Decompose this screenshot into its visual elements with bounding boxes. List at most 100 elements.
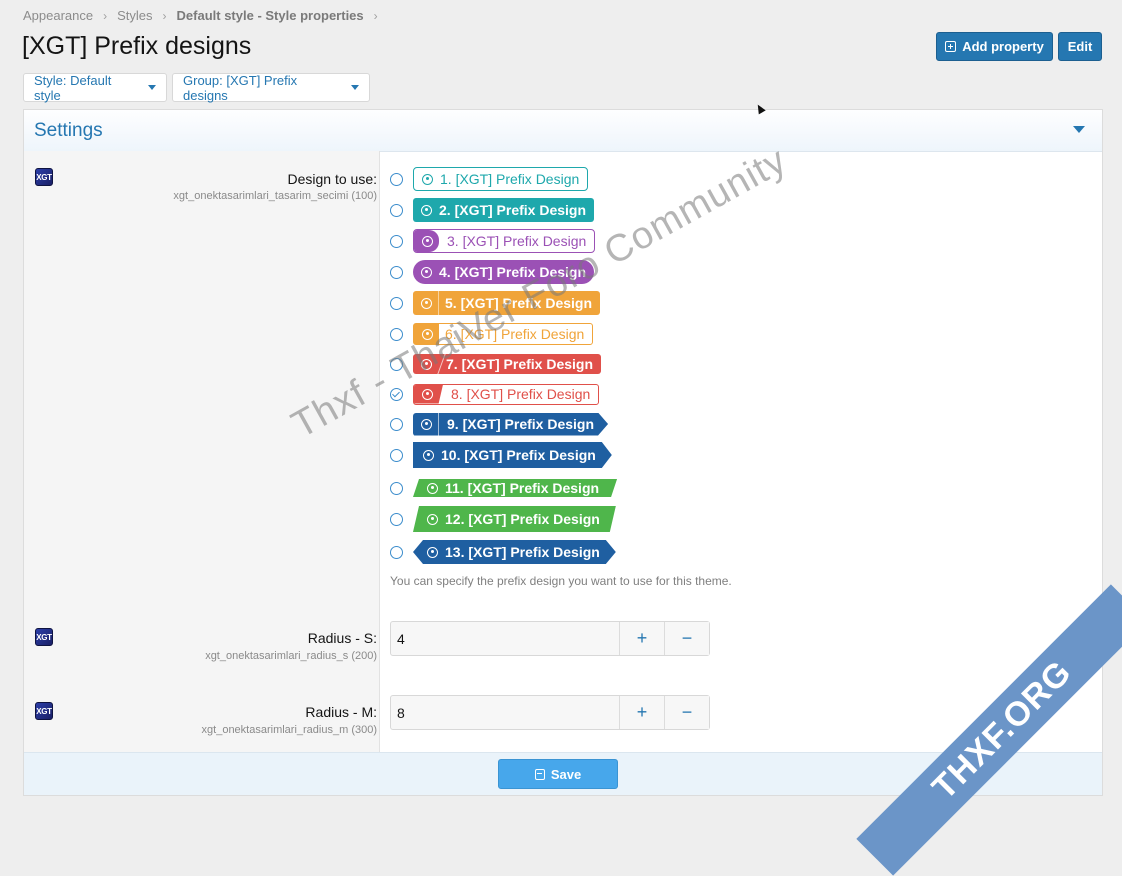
radius-s-label: Radius - S: bbox=[307, 630, 377, 646]
prefix-label: 8. [XGT] Prefix Design bbox=[451, 386, 591, 402]
prefix-label: 2. [XGT] Prefix Design bbox=[439, 202, 587, 218]
prefix-label: 1. [XGT] Prefix Design bbox=[440, 171, 580, 187]
settings-header[interactable]: Settings bbox=[24, 110, 1102, 152]
breadcrumb-separator: › bbox=[103, 8, 108, 23]
collapse-caret-icon[interactable] bbox=[1073, 126, 1085, 133]
design-field-label: Design to use: bbox=[287, 171, 378, 187]
prefix-icon-box bbox=[413, 354, 438, 374]
prefix-label: 3. [XGT] Prefix Design bbox=[447, 233, 587, 249]
target-icon bbox=[422, 388, 433, 400]
radio-button[interactable] bbox=[390, 327, 403, 341]
prefix-design-4: 4. [XGT] Prefix Design bbox=[413, 260, 595, 284]
prefix-icon-box bbox=[414, 230, 439, 252]
prefix-label: 9. [XGT] Prefix Design bbox=[447, 416, 595, 432]
radio-button[interactable] bbox=[390, 417, 403, 431]
prefix-label: 7. [XGT] Prefix Design bbox=[446, 356, 594, 372]
add-property-button[interactable]: Add property bbox=[936, 32, 1053, 61]
prefix-label: 6. [XGT] Prefix Design bbox=[445, 326, 585, 342]
radio-button[interactable] bbox=[390, 448, 403, 462]
prefix-design-2: 2. [XGT] Prefix Design bbox=[413, 198, 595, 222]
design-option-10[interactable]: 10. [XGT] Prefix Design bbox=[390, 443, 612, 467]
radio-button[interactable] bbox=[390, 545, 403, 559]
radio-button[interactable] bbox=[390, 481, 403, 495]
design-option-6[interactable]: 6. [XGT] Prefix Design bbox=[390, 322, 594, 346]
design-option-7[interactable]: 7. [XGT] Prefix Design bbox=[390, 352, 602, 376]
target-icon bbox=[427, 483, 438, 494]
target-icon bbox=[422, 235, 433, 247]
design-option-8[interactable]: 8. [XGT] Prefix Design bbox=[390, 382, 600, 406]
radius-s-decrement-button[interactable]: − bbox=[664, 622, 709, 655]
radio-button[interactable] bbox=[390, 512, 403, 526]
floppy-disk-icon bbox=[534, 768, 545, 780]
prefix-label: 4. [XGT] Prefix Design bbox=[439, 264, 587, 280]
radius-m-input[interactable] bbox=[391, 696, 619, 729]
prefix-label: 11. [XGT] Prefix Design bbox=[445, 480, 600, 496]
breadcrumb-style-properties[interactable]: Default style - Style properties bbox=[177, 8, 364, 23]
edit-button[interactable]: Edit bbox=[1058, 32, 1102, 61]
prefix-icon-box bbox=[414, 324, 439, 344]
plus-square-icon bbox=[945, 41, 957, 52]
radius-s-hint: xgt_onektasarimlari_radius_s (200) bbox=[205, 650, 377, 662]
radius-m-label: Radius - M: bbox=[305, 704, 377, 720]
radius-s-input[interactable] bbox=[391, 622, 619, 655]
radius-m-decrement-button[interactable]: − bbox=[664, 696, 709, 729]
radius-m-stepper: + − bbox=[390, 695, 710, 730]
target-icon bbox=[421, 419, 432, 430]
design-option-13[interactable]: 13. [XGT] Prefix Design bbox=[390, 540, 616, 564]
radio-button[interactable] bbox=[390, 296, 403, 310]
target-icon bbox=[427, 514, 438, 525]
group-filter-label: Group: [XGT] Prefix designs bbox=[183, 72, 298, 103]
style-filter-label: Style: Default style bbox=[34, 72, 112, 103]
add-property-label: Add property bbox=[962, 39, 1044, 54]
caret-down-icon bbox=[351, 85, 359, 90]
design-option-5[interactable]: 5. [XGT] Prefix Design bbox=[390, 291, 601, 315]
target-icon bbox=[421, 297, 432, 309]
prefix-design-3: 3. [XGT] Prefix Design bbox=[413, 229, 596, 253]
xgt-logo-icon: XGT bbox=[35, 168, 53, 186]
prefix-design-13: 13. [XGT] Prefix Design bbox=[413, 540, 616, 564]
radio-button[interactable] bbox=[390, 357, 403, 371]
radius-s-stepper: + − bbox=[390, 621, 710, 656]
prefix-label: 10. [XGT] Prefix Design bbox=[441, 447, 596, 463]
prefix-icon-box bbox=[414, 384, 443, 404]
group-filter-dropdown[interactable]: Group: [XGT] Prefix designs bbox=[172, 72, 370, 103]
design-option-1[interactable]: 1. [XGT] Prefix Design bbox=[390, 167, 589, 191]
design-field-explain: You can specify the prefix design you wa… bbox=[390, 574, 732, 588]
design-field-hint: xgt_onektasarimlari_tasarim_secimi (100) bbox=[173, 190, 377, 202]
radius-s-increment-button[interactable]: + bbox=[619, 622, 664, 655]
design-option-12[interactable]: 12. [XGT] Prefix Design bbox=[390, 507, 616, 531]
prefix-design-7: 7. [XGT] Prefix Design bbox=[413, 354, 602, 374]
radio-button[interactable] bbox=[390, 172, 403, 186]
prefix-design-11: 11. [XGT] Prefix Design bbox=[413, 479, 617, 497]
edit-label: Edit bbox=[1067, 39, 1093, 54]
radio-button[interactable] bbox=[390, 234, 403, 248]
design-option-3[interactable]: 3. [XGT] Prefix Design bbox=[390, 229, 596, 253]
prefix-icon-box bbox=[413, 413, 439, 436]
label-column bbox=[24, 151, 380, 754]
style-filter-dropdown[interactable]: Style: Default style bbox=[23, 72, 167, 103]
breadcrumb-appearance[interactable]: Appearance bbox=[23, 8, 93, 23]
target-icon bbox=[421, 204, 432, 216]
settings-title: Settings bbox=[34, 120, 103, 141]
radio-button[interactable] bbox=[390, 265, 403, 279]
design-option-4[interactable]: 4. [XGT] Prefix Design bbox=[390, 260, 595, 284]
save-button[interactable]: Save bbox=[498, 759, 618, 789]
radius-m-increment-button[interactable]: + bbox=[619, 696, 664, 729]
prefix-design-9: 9. [XGT] Prefix Design bbox=[413, 413, 608, 436]
design-option-2[interactable]: 2. [XGT] Prefix Design bbox=[390, 198, 595, 222]
radio-button[interactable] bbox=[390, 203, 403, 217]
prefix-icon-box bbox=[413, 291, 439, 315]
design-option-9[interactable]: 9. [XGT] Prefix Design bbox=[390, 412, 608, 436]
breadcrumb-separator: › bbox=[373, 8, 378, 23]
breadcrumb-styles[interactable]: Styles bbox=[117, 8, 152, 23]
target-icon bbox=[422, 173, 433, 185]
radius-m-hint: xgt_onektasarimlari_radius_m (300) bbox=[201, 724, 377, 736]
design-option-11[interactable]: 11. [XGT] Prefix Design bbox=[390, 476, 617, 500]
target-icon bbox=[421, 358, 432, 370]
caret-down-icon bbox=[148, 85, 156, 90]
xgt-logo-icon: XGT bbox=[35, 702, 53, 720]
target-icon bbox=[422, 328, 433, 340]
page-title: [XGT] Prefix designs bbox=[22, 32, 252, 60]
radio-button-checked[interactable] bbox=[390, 387, 403, 401]
target-icon bbox=[427, 547, 438, 558]
